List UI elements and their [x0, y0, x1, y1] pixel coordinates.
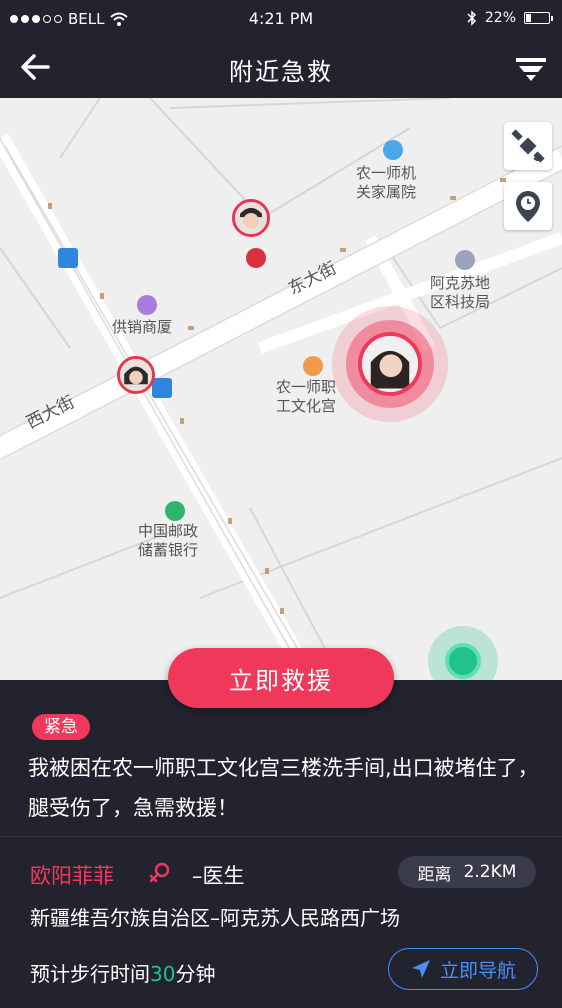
- page-title: 附近急救: [229, 58, 333, 86]
- poi-icon-culture: [303, 356, 323, 376]
- request-panel: 紧急 我被困在农一师职工文化宫三楼洗手间,出口被堵住了，腿受伤了，急需救援！ 欧…: [0, 680, 562, 1008]
- distance-badge: 距离 2.2KM: [398, 856, 536, 888]
- poi-icon-star: [455, 250, 475, 270]
- rescue-now-button[interactable]: 立即救援: [168, 648, 394, 708]
- urgent-badge: 紧急: [32, 714, 90, 740]
- sos-user-pin[interactable]: [358, 332, 422, 396]
- map-view[interactable]: 农一师机 关家属院 阿克苏地 区科技局 供销商厦 农一师职 工文化宫 中国邮政 储蓄银行…: [0, 98, 562, 680]
- poi-icon-shop: [137, 295, 157, 315]
- poi-icon-bank: [383, 140, 403, 160]
- distance-value: 2.2KM: [463, 862, 517, 882]
- poi-icon-post: [165, 501, 185, 521]
- status-right: 22%: [467, 10, 553, 26]
- female-icon: [149, 862, 170, 883]
- satellite-button[interactable]: [504, 122, 552, 170]
- status-bar: BELL 4:21 PM 22%: [0, 0, 562, 38]
- bus-stop-icon: [58, 248, 78, 268]
- filter-icon[interactable]: [516, 56, 546, 82]
- user-pin[interactable]: [232, 199, 270, 237]
- clock-icon: [516, 191, 540, 222]
- bus-stop-icon-2: [152, 378, 172, 398]
- divider: [0, 836, 562, 837]
- requester-name: 欧阳菲菲: [30, 864, 114, 888]
- poi-label: 农一师职 工文化宫: [276, 378, 337, 415]
- poi-label: 供销商厦: [112, 318, 173, 336]
- battery-icon: [524, 12, 553, 24]
- poi-label: 农一师机 关家属院: [356, 164, 417, 201]
- my-location-dot: [445, 643, 481, 679]
- walk-prefix: 预计步行时间: [30, 962, 150, 986]
- metro-icon: [246, 248, 266, 268]
- navigate-arrow-icon: [411, 960, 430, 978]
- satellite-icon: [511, 129, 545, 163]
- request-description: 我被困在农一师职工文化宫三楼洗手间,出口被堵住了，腿受伤了，急需救援！: [28, 756, 539, 820]
- battery-percent: 22%: [484, 10, 516, 26]
- navigate-now-button[interactable]: 立即导航: [388, 948, 538, 990]
- navigate-label: 立即导航: [439, 959, 516, 982]
- requester-address: 新疆维吾尔族自治区–阿克苏人民路西广场: [30, 906, 400, 930]
- walk-time: 预计步行时间30分钟: [30, 958, 215, 987]
- distance-label: 距离: [417, 864, 452, 885]
- walk-suffix: 分钟: [175, 962, 216, 986]
- nav-bar: 附近急救: [0, 38, 562, 98]
- bluetooth-icon: [467, 10, 476, 26]
- poi-label: 中国邮政 储蓄银行: [138, 522, 199, 559]
- walk-minutes: 30: [150, 962, 176, 986]
- user-pin[interactable]: [117, 356, 155, 394]
- history-button[interactable]: [504, 182, 552, 230]
- requester-role: –医生: [192, 864, 245, 888]
- poi-label: 阿克苏地 区科技局: [430, 274, 491, 311]
